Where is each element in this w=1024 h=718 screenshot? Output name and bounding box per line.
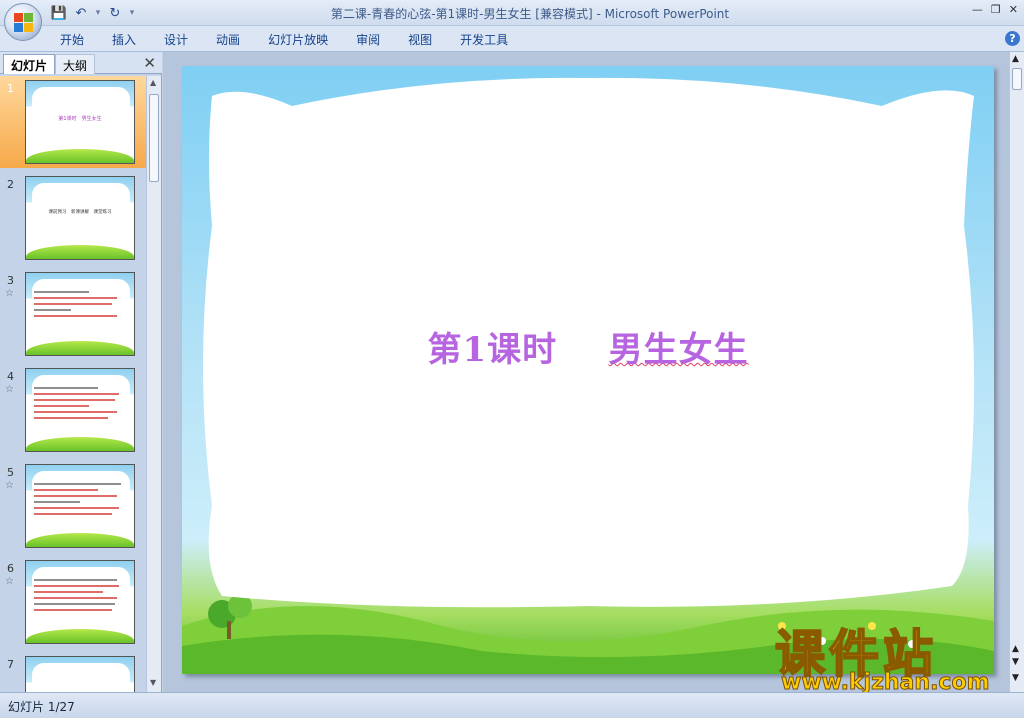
slide-preview	[25, 656, 135, 692]
slide-number: 1	[7, 82, 14, 95]
status-bar: 幻灯片 1/27	[0, 692, 1024, 718]
animation-star-icon: ☆	[5, 384, 14, 395]
scroll-thumb[interactable]	[1012, 68, 1022, 90]
tab-view[interactable]: 视图	[394, 31, 446, 48]
slide-thumbnail-2[interactable]: 2 课前预习 新课讲解 课堂练习	[0, 172, 146, 264]
slide-thumbnail-3[interactable]: 3 ☆	[0, 268, 146, 360]
slide-preview-title: 第1课时 男生女生	[58, 116, 102, 122]
tab-review[interactable]: 审阅	[342, 31, 394, 48]
watermark: 课件站 www.kjzhan.com	[774, 614, 1005, 696]
tab-outline[interactable]: 大纲	[55, 54, 96, 74]
quick-access-toolbar: 💾 ↶ ▾ ↻ ▾	[50, 4, 136, 22]
undo-icon[interactable]: ↶	[72, 4, 90, 22]
restore-icon[interactable]: ❐	[991, 3, 1001, 16]
close-panel-icon[interactable]: ✕	[143, 54, 156, 72]
slide-number: 4	[7, 370, 14, 383]
close-icon[interactable]: ✕	[1009, 3, 1018, 16]
next-slide-icon[interactable]: ▼	[1012, 658, 1019, 667]
tab-animations[interactable]: 动画	[202, 31, 254, 48]
tab-insert[interactable]: 插入	[98, 31, 150, 48]
slide-thumbnail-5[interactable]: 5 ☆	[0, 460, 146, 552]
current-slide[interactable]: 第1课时 男生女生	[182, 66, 994, 674]
thumbnail-scrollbar[interactable]: ▲ ▼	[146, 76, 161, 692]
slide-number: 6	[7, 562, 14, 575]
tab-design[interactable]: 设计	[150, 31, 202, 48]
slide-preview	[25, 560, 135, 644]
slide-preview	[25, 368, 135, 452]
scroll-up-icon[interactable]: ▲	[1012, 55, 1019, 64]
slide-editor: 第1课时 男生女生	[163, 52, 1009, 692]
save-icon[interactable]: 💾	[50, 4, 68, 22]
slide-number: 2	[7, 178, 14, 191]
slide-title-lesson: 第1课时	[427, 330, 558, 370]
slide-scrollbar[interactable]: ▲ ▲ ▼ ▼	[1009, 52, 1024, 692]
office-button[interactable]	[4, 3, 42, 41]
slide-preview	[25, 464, 135, 548]
redo-icon[interactable]: ↻	[106, 4, 124, 22]
previous-slide-icon[interactable]: ▲	[1012, 645, 1019, 654]
slide-preview: 第1课时 男生女生	[25, 80, 135, 164]
window-controls: — ❐ ✕	[972, 3, 1018, 16]
slide-thumbnail-6[interactable]: 6 ☆	[0, 556, 146, 648]
slide-counter: 幻灯片 1/27	[8, 700, 75, 714]
minimize-icon[interactable]: —	[972, 3, 983, 16]
slide-number: 3	[7, 274, 14, 287]
slides-panel: 幻灯片 大纲 ✕ 1 第1课时 男生女生 2 课前预习 新课讲解 课堂练习 3 …	[0, 52, 162, 692]
window-title: 第二课-青春的心弦-第1课时-男生女生 [兼容模式] - Microsoft P…	[330, 7, 730, 21]
slide-thumbnail-7[interactable]: 7	[0, 652, 146, 692]
scroll-down-icon[interactable]: ▼	[1012, 674, 1019, 683]
slide-number: 7	[7, 658, 14, 671]
panel-tabs: 幻灯片 大纲 ✕	[0, 52, 162, 74]
tab-home[interactable]: 开始	[60, 31, 98, 48]
animation-star-icon: ☆	[5, 576, 14, 587]
slide-thumbnail-4[interactable]: 4 ☆	[0, 364, 146, 456]
office-logo-icon	[14, 13, 34, 33]
tab-developer[interactable]: 开发工具	[446, 31, 522, 48]
scroll-down-icon[interactable]: ▼	[150, 678, 156, 687]
slide-preview-title: 课前预习 新课讲解 课堂练习	[48, 210, 112, 215]
slide-preview: 课前预习 新课讲解 课堂练习	[25, 176, 135, 260]
ribbon-tab-bar: 开始 插入 设计 动画 幻灯片放映 审阅 视图 开发工具 ?	[0, 26, 1024, 52]
slide-preview	[25, 272, 135, 356]
customize-qat-icon[interactable]: ▾	[128, 8, 136, 18]
help-icon[interactable]: ?	[1005, 31, 1020, 46]
scroll-thumb[interactable]	[149, 94, 159, 182]
slide-number: 5	[7, 466, 14, 479]
tab-slide-show[interactable]: 幻灯片放映	[254, 31, 342, 48]
animation-star-icon: ☆	[5, 480, 14, 491]
slide-thumbnails: 1 第1课时 男生女生 2 课前预习 新课讲解 课堂练习 3 ☆ 4 ☆ 5 ☆…	[0, 76, 146, 692]
slide-title-topic: 男生女生	[608, 330, 749, 370]
undo-dropdown-icon[interactable]: ▾	[94, 8, 102, 18]
scroll-up-icon[interactable]: ▲	[150, 78, 156, 87]
slide-thumbnail-1[interactable]: 1 第1课时 男生女生	[0, 76, 146, 168]
animation-star-icon: ☆	[5, 288, 14, 299]
title-bar: 💾 ↶ ▾ ↻ ▾ 第二课-青春的心弦-第1课时-男生女生 [兼容模式] - M…	[0, 0, 1024, 26]
slide-title[interactable]: 第1课时 男生女生	[182, 322, 994, 371]
tab-slides[interactable]: 幻灯片	[3, 54, 56, 74]
